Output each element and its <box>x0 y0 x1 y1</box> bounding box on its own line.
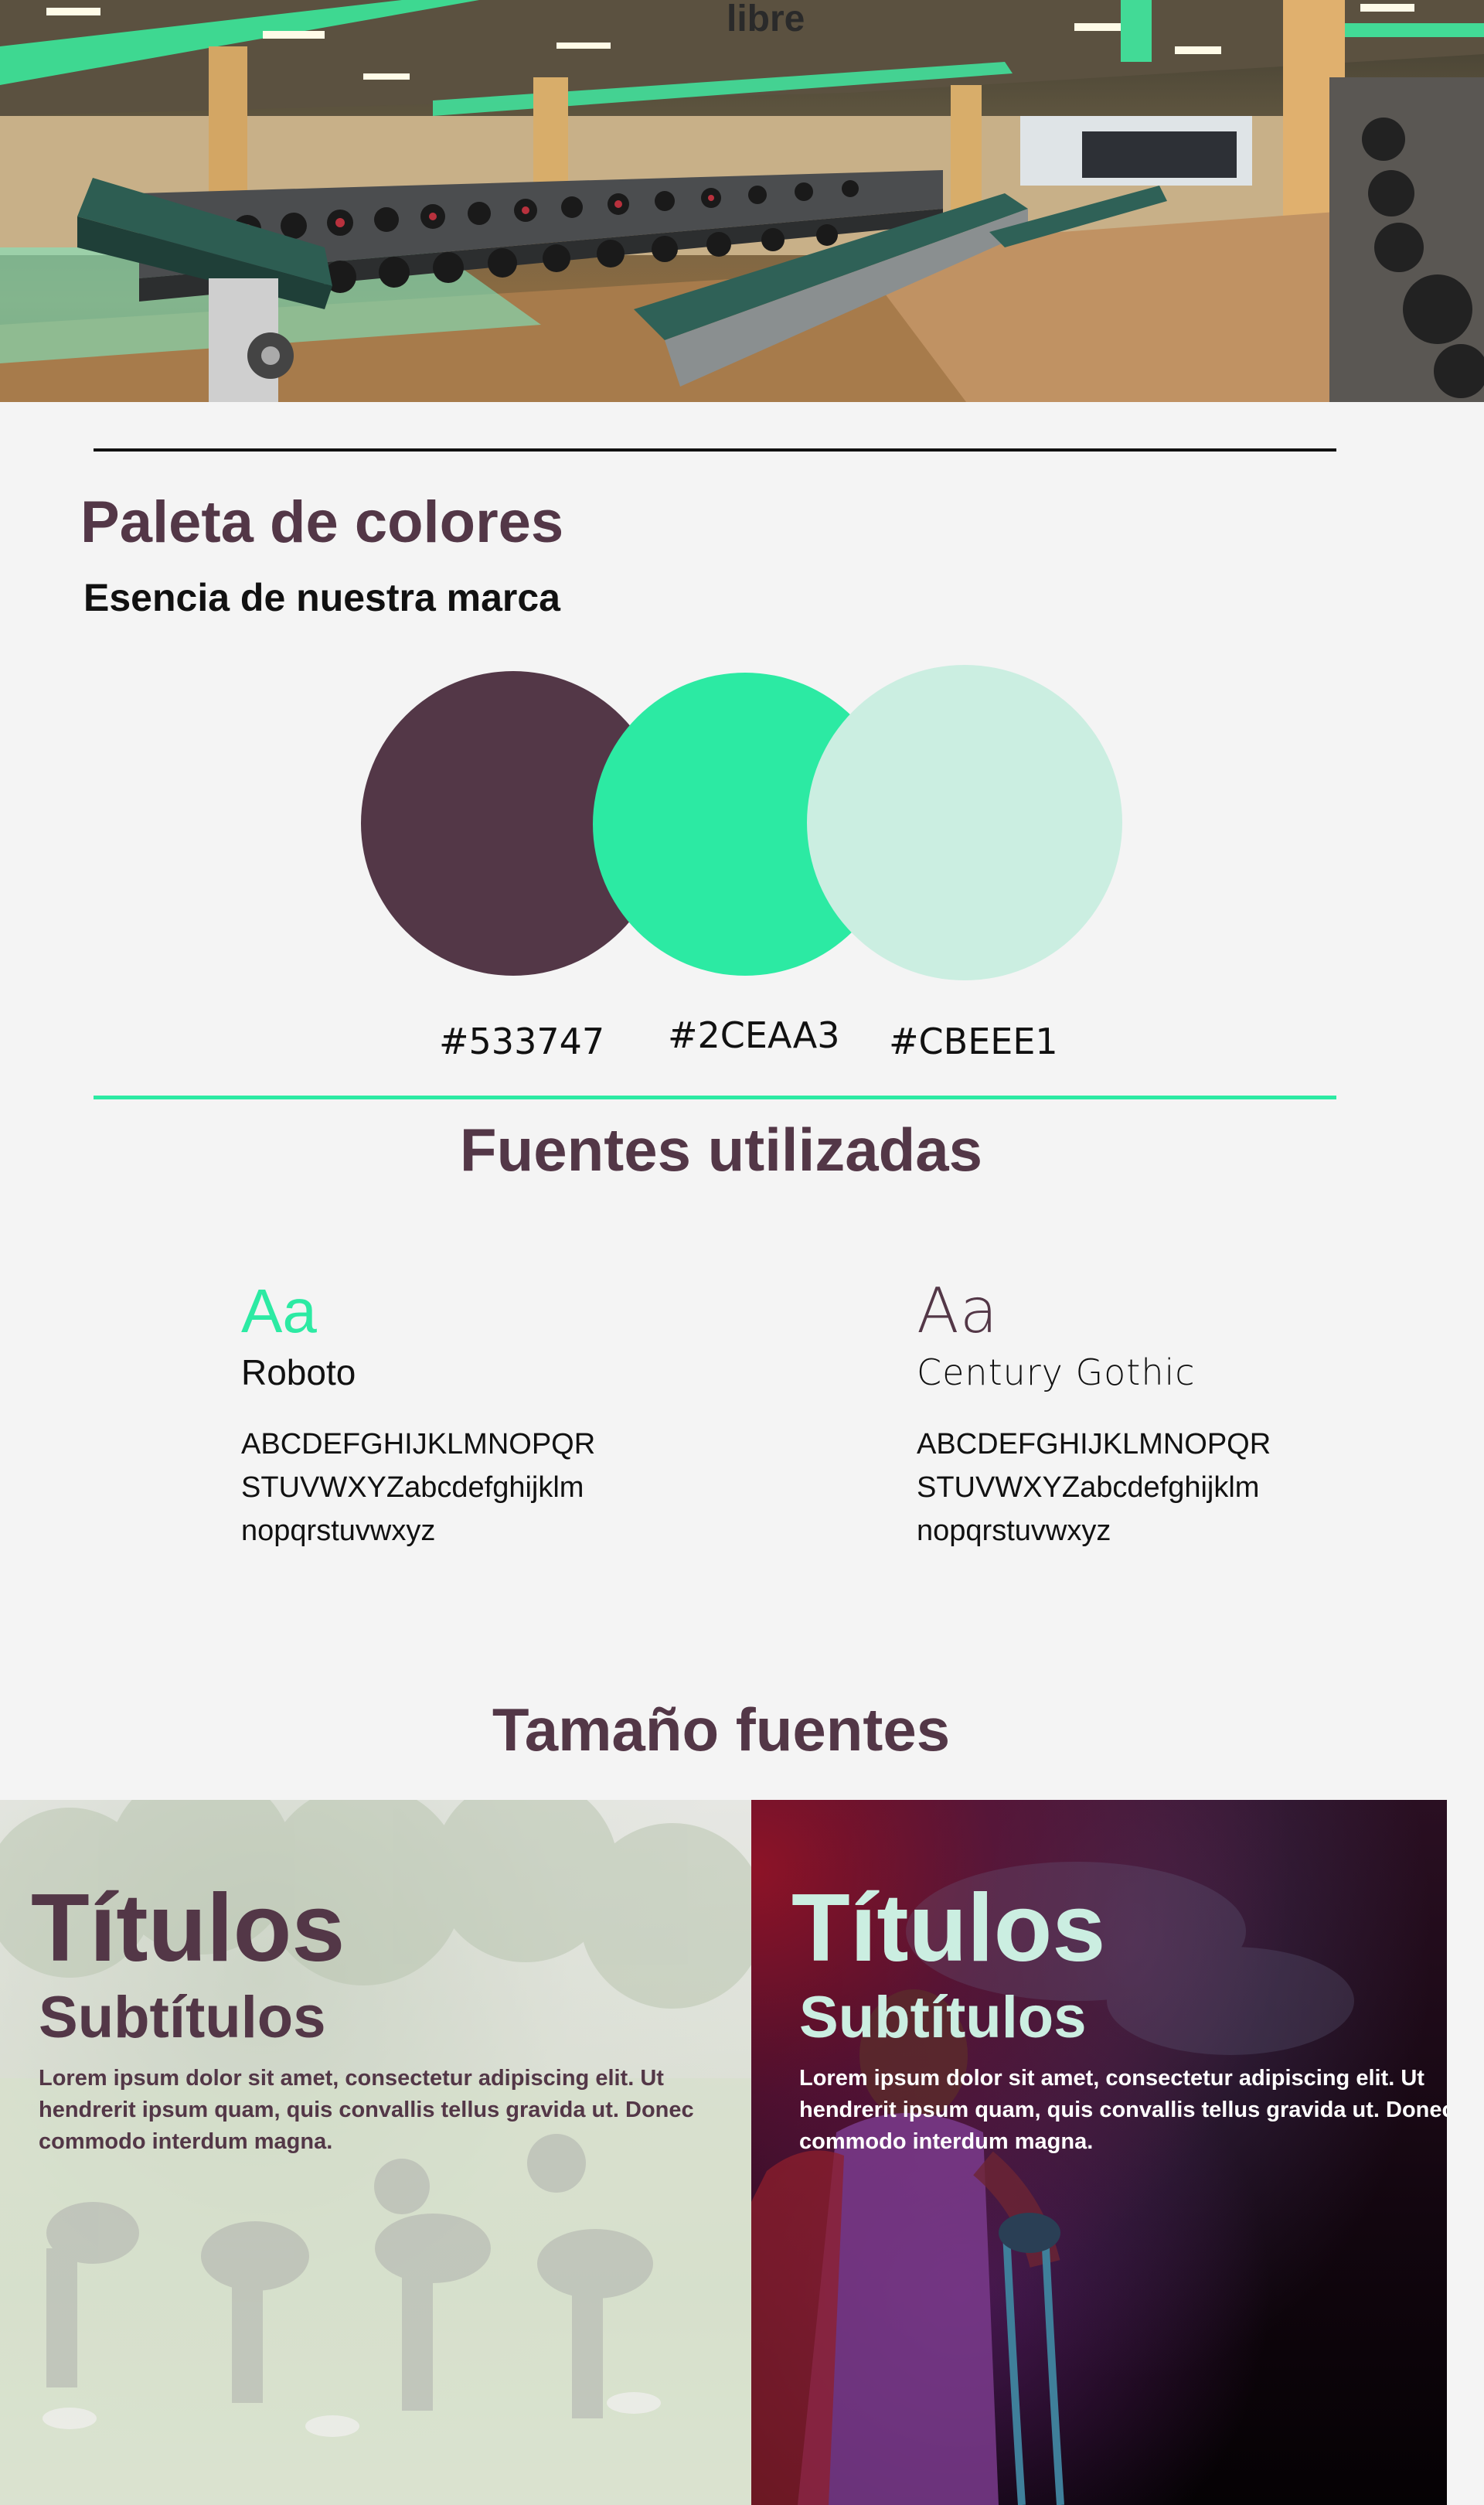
sample-body-light: Lorem ipsum dolor sit amet, consectetur … <box>39 2066 694 2154</box>
alphabet-line: STUVWXYZabcdefghijklm <box>917 1471 1260 1504</box>
hero-gym-photo: libre <box>0 0 1484 402</box>
fonts-title: Fuentes utilizadas <box>459 1116 983 1184</box>
sample-title-light: Títulos <box>31 1875 345 1982</box>
size-sample-panel-dark: Títulos Subtítulos Lorem ipsum dolor sit… <box>751 1800 1447 2505</box>
font-name-roboto: Roboto <box>241 1352 356 1392</box>
font-name-century-gothic: Century Gothic <box>917 1351 1196 1393</box>
palette-subtitle: Esencia de nuestra marca <box>83 576 560 619</box>
alphabet-line: STUVWXYZabcdefghijklm <box>241 1471 584 1504</box>
palette-title: Paleta de colores <box>80 489 564 555</box>
alphabet-line: nopqrstuvwxyz <box>241 1515 436 1547</box>
section-divider-green <box>94 1096 1336 1099</box>
font-alphabet-century-gothic: ABCDEFGHIJKLMNOPQR STUVWXYZabcdefghijklm… <box>917 1423 1271 1552</box>
font-sample-roboto: Aa <box>241 1276 317 1345</box>
hex-label-green: #2CEAA3 <box>668 1014 840 1056</box>
gym-sign-text: libre <box>727 0 805 39</box>
sample-subtitle-light: Subtítulos <box>39 1985 326 2050</box>
font-alphabet-roboto: ABCDEFGHIJKLMNOPQR STUVWXYZabcdefghijklm… <box>241 1423 595 1552</box>
hex-label-plum: #533747 <box>439 1021 605 1062</box>
sample-subtitle-dark: Subtítulos <box>799 1985 1087 2050</box>
sizes-title: Tamaño fuentes <box>492 1696 951 1764</box>
color-swatch-mint <box>807 665 1122 980</box>
alphabet-line: ABCDEFGHIJKLMNOPQR <box>917 1428 1271 1460</box>
font-card-roboto: Aa Roboto ABCDEFGHIJKLMNOPQR STUVWXYZabc… <box>241 1280 595 1552</box>
alphabet-line: ABCDEFGHIJKLMNOPQR <box>241 1428 596 1460</box>
gym-illustration: libre <box>0 0 1484 402</box>
sample-body-dark: Lorem ipsum dolor sit amet, consectetur … <box>799 2066 1447 2154</box>
section-divider-top <box>94 448 1336 452</box>
font-card-century-gothic: Aa Century Gothic ABCDEFGHIJKLMNOPQR STU… <box>917 1280 1271 1552</box>
sample-title-dark: Títulos <box>791 1875 1106 1982</box>
font-sample-century-gothic: Aa <box>917 1275 999 1347</box>
size-sample-panel-light: Títulos Subtítulos Lorem ipsum dolor sit… <box>0 1800 751 2505</box>
alphabet-line: nopqrstuvwxyz <box>917 1515 1111 1547</box>
hex-label-mint: #CBEEE1 <box>889 1021 1058 1062</box>
